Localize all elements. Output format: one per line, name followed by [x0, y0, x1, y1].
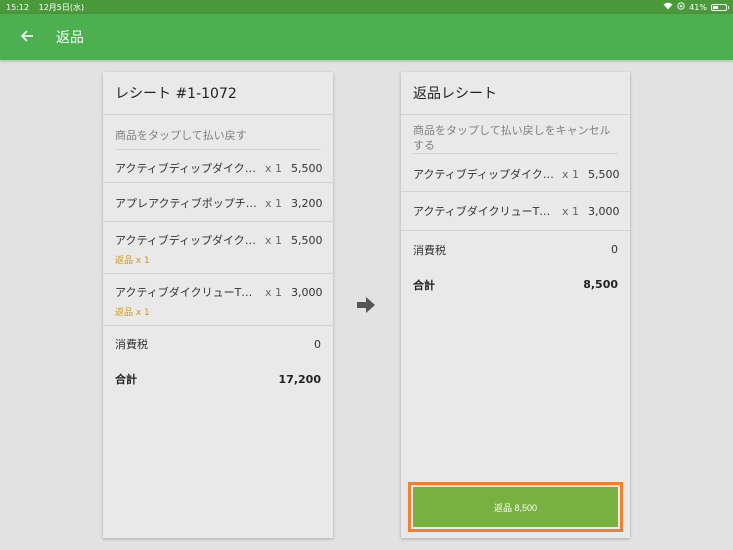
tax-value: 0 [611, 243, 618, 256]
item-qty: x 1 [265, 285, 283, 299]
item-price: 3,000 [588, 204, 620, 218]
battery-percent: 41% [689, 2, 707, 12]
item-qty: x 1 [562, 167, 580, 181]
item-name: アクティブダイクリューTシャツ [413, 205, 556, 218]
receipt-item[interactable]: アクティブディップダイクロス x 1 5,500 [103, 150, 333, 182]
total-row: 合計 17,200 [103, 362, 333, 396]
returned-badge: 返品 x 1 [115, 256, 150, 266]
wifi-icon [663, 2, 673, 12]
return-receipt-card: 返品レシート 商品をタップして払い戻しをキャンセルする アクティブディップダイク… [401, 72, 630, 538]
battery-icon [711, 3, 729, 11]
tax-row: 消費税 0 [103, 326, 333, 362]
returned-badge: 返品 x 1 [115, 308, 150, 318]
receipt-hint: 商品をタップして払い戻す [115, 129, 247, 142]
item-name: アクティブダイクリューTシャツ [115, 286, 259, 299]
orientation-lock-icon [677, 2, 685, 12]
app-toolbar: 返品 [0, 14, 733, 60]
item-name: アクティブディップダイクロス [115, 234, 259, 247]
total-value: 17,200 [278, 372, 321, 386]
receipt-item[interactable]: アクティブダイクリューTシャツ x 1 3,000 返品 x 1 [103, 274, 333, 325]
receipt-item[interactable]: アクティブディップダイクロス x 1 5,500 返品 x 1 [103, 222, 333, 273]
total-label: 合計 [413, 278, 435, 292]
tax-row: 消費税 0 [401, 231, 630, 268]
item-price: 3,200 [291, 196, 323, 210]
total-row: 合計 8,500 [401, 268, 630, 301]
item-qty: x 1 [265, 161, 283, 175]
item-name: アプレアクティブポップチャーム [115, 197, 259, 210]
back-arrow-icon [20, 28, 34, 47]
return-item[interactable]: アクティブダイクリューTシャツ x 1 3,000 [401, 192, 630, 230]
total-label: 合計 [115, 373, 137, 386]
item-price: 5,500 [291, 233, 323, 247]
item-name: アクティブディップダイクロス [413, 168, 556, 181]
status-time: 15:12 [6, 2, 30, 12]
return-button-highlight: 返品 8,500 [408, 482, 623, 532]
receipt-title: レシート #1-1072 [103, 72, 333, 115]
item-price: 5,500 [291, 161, 323, 175]
item-price: 5,500 [588, 167, 620, 181]
total-value: 8,500 [583, 278, 618, 291]
arrow-right-icon [356, 296, 376, 314]
tax-label: 消費税 [413, 243, 446, 257]
return-item[interactable]: アクティブディップダイクロス x 1 5,500 [401, 154, 630, 191]
return-receipt-hint: 商品をタップして払い戻しをキャンセルする [413, 124, 611, 152]
status-date: 12月5日(水) [38, 2, 85, 12]
return-button[interactable]: 返品 8,500 [413, 487, 618, 527]
item-name: アクティブディップダイクロス [115, 162, 259, 175]
item-qty: x 1 [562, 204, 580, 218]
page-title: 返品 [56, 30, 84, 46]
item-price: 3,000 [291, 285, 323, 299]
tax-value: 0 [314, 337, 321, 351]
back-button[interactable] [12, 22, 42, 52]
return-receipt-title: 返品レシート [401, 72, 630, 115]
tax-label: 消費税 [115, 338, 148, 351]
status-bar: 15:12 12月5日(水) 41% [0, 0, 733, 14]
receipt-item[interactable]: アプレアクティブポップチャーム x 1 3,200 [103, 183, 333, 221]
receipt-card: レシート #1-1072 商品をタップして払い戻す アクティブディップダイクロス… [103, 72, 333, 538]
item-qty: x 1 [265, 233, 283, 247]
item-qty: x 1 [265, 196, 283, 210]
